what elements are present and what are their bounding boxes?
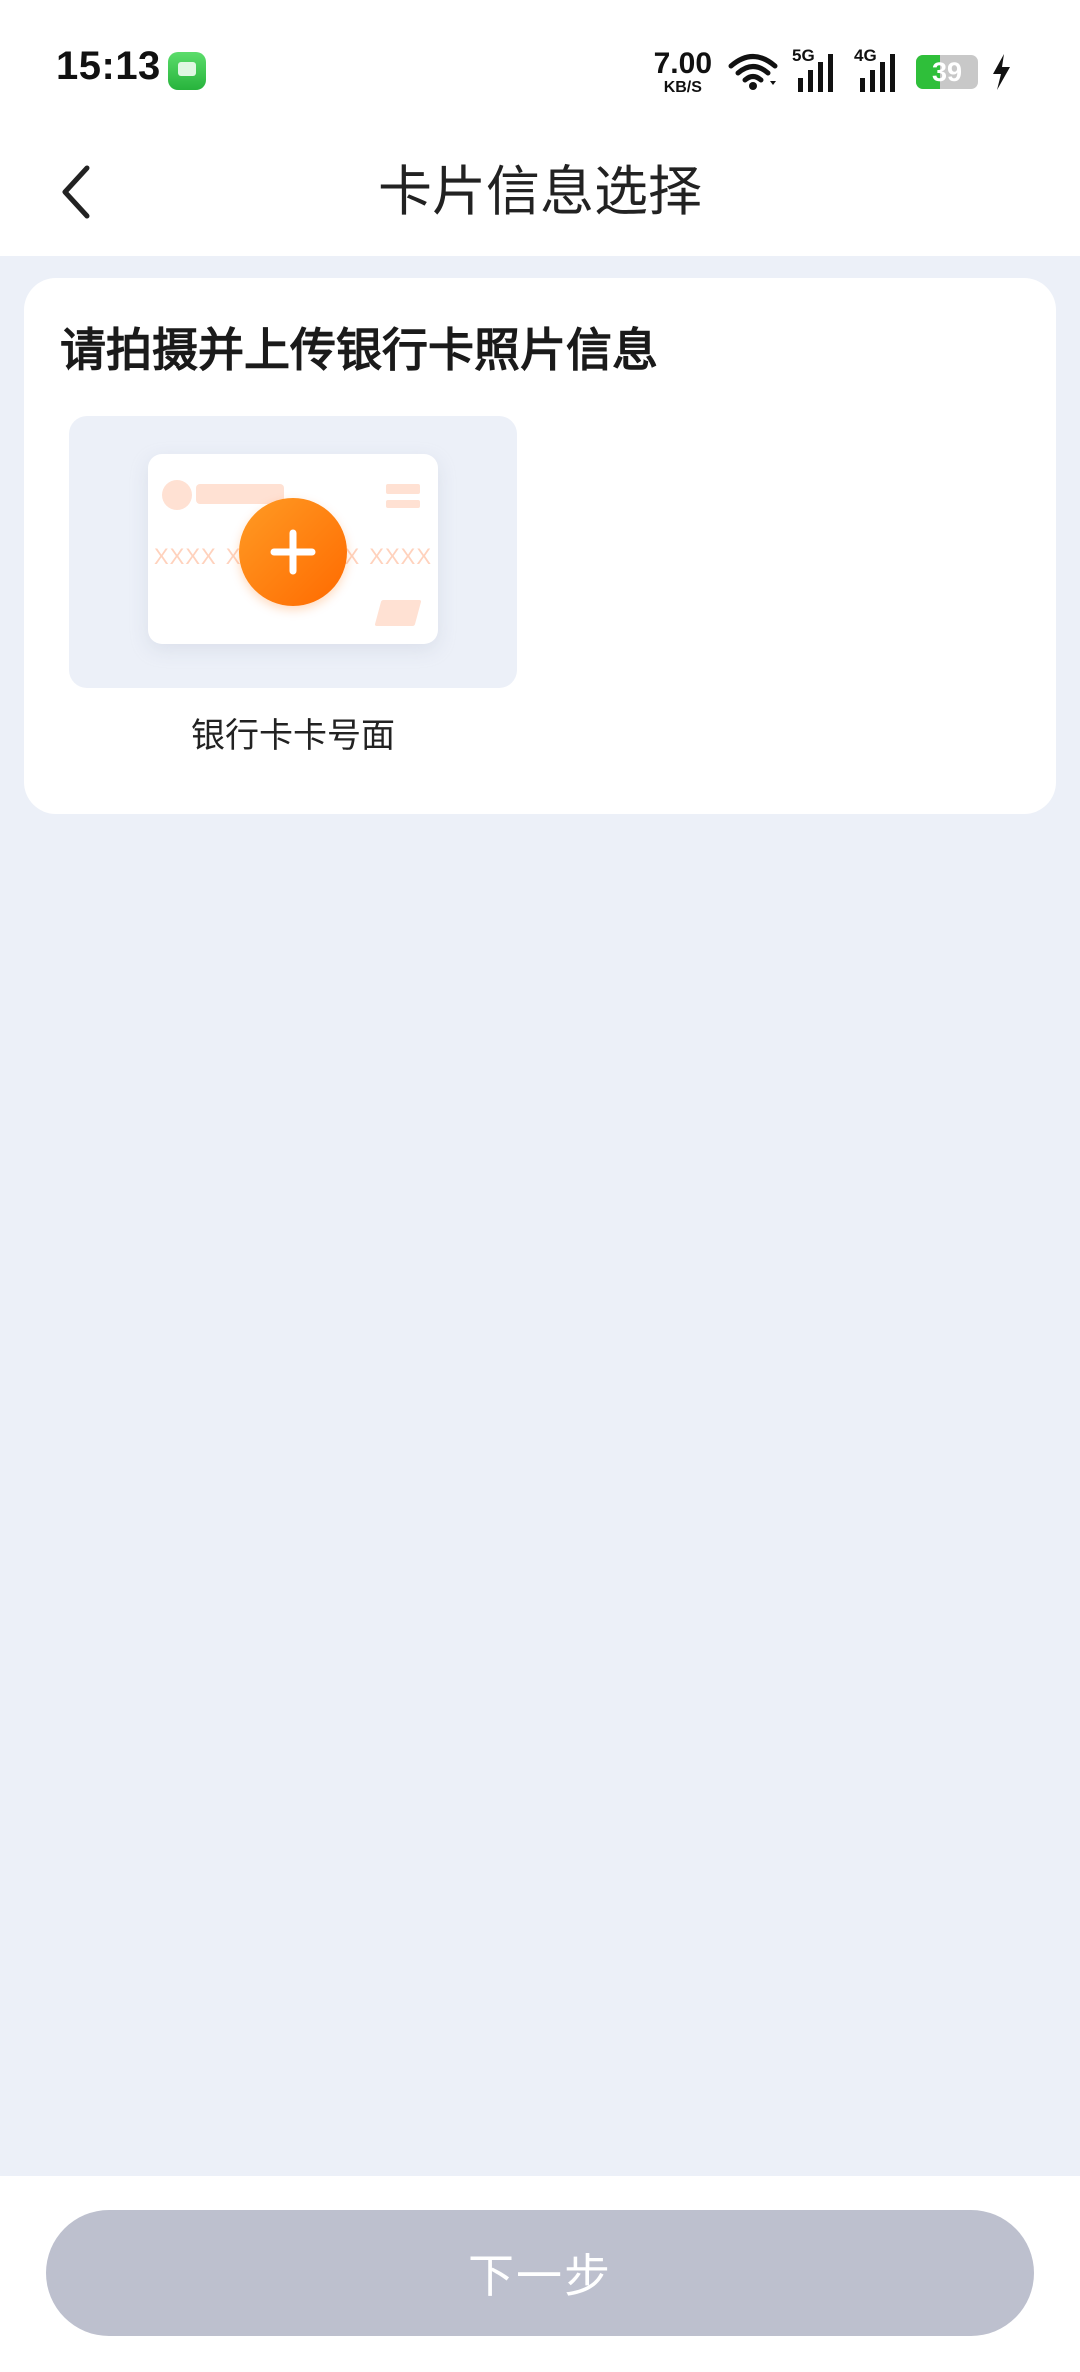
signal-5g-label: 5G: [792, 46, 815, 65]
bottom-bar: 下一步: [0, 2176, 1080, 2372]
card-line-b: [386, 500, 420, 508]
network-speed-value: 7.00: [653, 46, 712, 80]
plus-icon: [270, 529, 316, 575]
next-step-button[interactable]: 下一步: [46, 2210, 1034, 2336]
wifi-icon: [728, 54, 778, 90]
battery-icon: 39: [916, 55, 978, 89]
upload-item-label: 银行卡卡号面: [191, 716, 395, 756]
card-name-bar: [196, 484, 284, 504]
status-time: 15:13: [56, 44, 161, 88]
card-digit-group: XXXX: [369, 544, 432, 569]
network-speed: 7.00 KB/S: [653, 46, 712, 96]
battery-level: 39: [931, 57, 963, 87]
charging-icon: [993, 54, 1010, 90]
network-speed-unit: KB/S: [663, 78, 702, 96]
card-chip: [374, 600, 422, 626]
status-bar: 15:13 7.00 KB/S 5G 4G 39: [0, 0, 1080, 128]
signal-4g-label: 4G: [854, 46, 877, 65]
signal-5g: 5G: [792, 46, 840, 92]
upload-card: 请拍摄并上传银行卡照片信息 XXXX XXXX XXXX XXXX 银行卡卡号面: [24, 278, 1056, 814]
page-title: 卡片信息选择: [378, 160, 702, 223]
upload-instructions: 请拍摄并上传银行卡照片信息: [60, 323, 658, 377]
card-logo-dot: [162, 480, 192, 510]
card-line-a: [386, 484, 420, 494]
signal-4g: 4G: [854, 46, 902, 92]
status-indicators: 7.00 KB/S 5G 4G 39: [653, 46, 1012, 96]
bank-card-front-upload[interactable]: XXXX XXXX XXXX XXXX: [69, 416, 517, 688]
card-digit-group: XXXX: [154, 544, 217, 569]
messages-icon: [168, 52, 206, 90]
add-photo-button[interactable]: [239, 498, 347, 606]
app-header: 卡片信息选择: [0, 128, 1080, 256]
